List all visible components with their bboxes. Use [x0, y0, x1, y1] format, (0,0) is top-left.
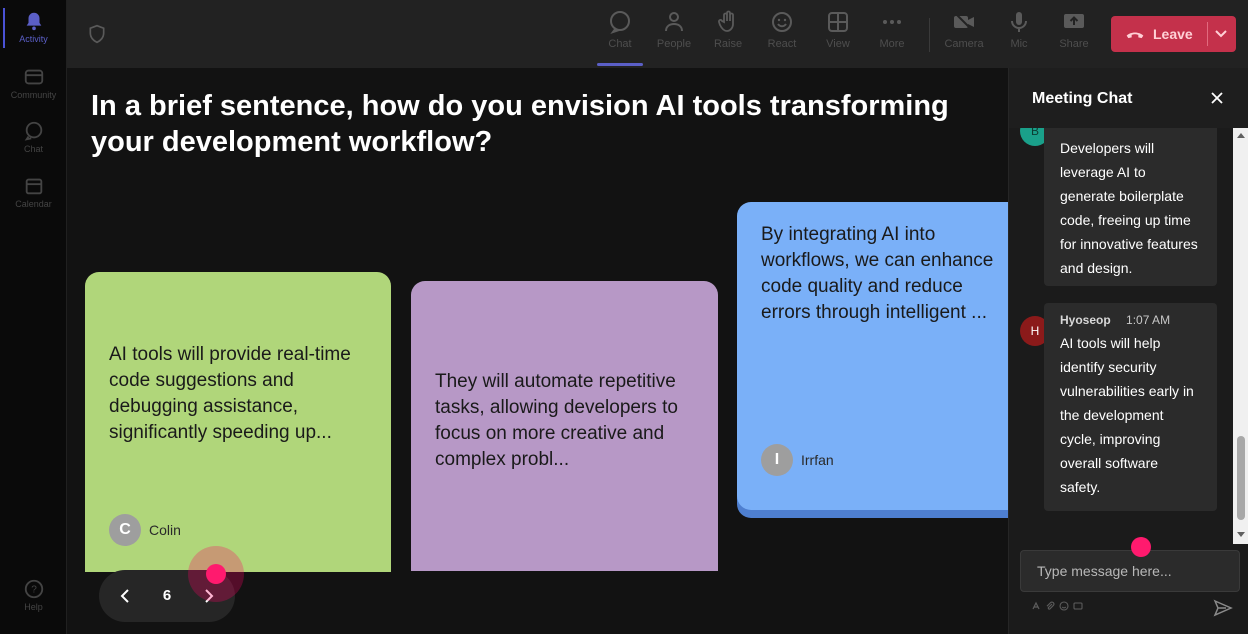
svg-text:?: ?	[31, 585, 37, 596]
response-card[interactable]: They will automate repetitive tasks, all…	[411, 281, 718, 571]
tool-react[interactable]: React	[757, 10, 807, 62]
chat-messages: B Developers will leverage AI to generat…	[1009, 128, 1248, 544]
share-screen-icon	[1064, 14, 1084, 28]
grid-view-icon	[828, 12, 848, 32]
chat-compose	[1020, 550, 1240, 592]
mic-icon	[1011, 12, 1027, 32]
app-rail: Activity Community Chat Calendar ? Help	[0, 0, 67, 634]
response-card[interactable]: By integrating AI into workflows, we can…	[737, 202, 1008, 510]
chat-icon	[24, 121, 42, 141]
tool-view[interactable]: View	[813, 10, 863, 62]
card-author: C Colin	[109, 514, 181, 546]
tool-label: People	[656, 38, 692, 50]
leave-separator	[1207, 22, 1208, 46]
close-icon[interactable]	[1209, 90, 1225, 106]
chat-header: Meeting Chat	[1009, 68, 1248, 128]
rail-item-activity[interactable]: Activity	[0, 10, 67, 44]
tool-more[interactable]: More	[867, 10, 917, 62]
gif-icon[interactable]	[1073, 601, 1083, 611]
camera-off-icon	[954, 12, 974, 32]
send-icon[interactable]	[1213, 598, 1233, 618]
help-icon: ?	[24, 579, 43, 599]
rail-item-chat[interactable]: Chat	[0, 120, 67, 154]
tool-label: Raise	[713, 38, 743, 50]
rail-label: Chat	[23, 144, 43, 154]
rail-label: Activity	[19, 34, 48, 44]
rail-item-calendar[interactable]: Calendar	[0, 175, 67, 209]
phone-hangup-icon	[1126, 32, 1144, 39]
response-card[interactable]: AI tools will provide real-time code sug…	[85, 272, 391, 572]
chat-message: Developers will leverage AI to generate …	[1044, 128, 1217, 286]
calendar-icon	[25, 178, 42, 195]
shield-icon[interactable]	[87, 24, 107, 44]
leave-button[interactable]: Leave	[1111, 16, 1236, 52]
tool-label: Chat	[608, 38, 632, 50]
chat-bubble-icon	[610, 11, 630, 34]
smiley-icon	[772, 12, 792, 32]
raise-hand-icon	[718, 10, 734, 32]
more-dots-icon	[883, 20, 901, 24]
leave-label: Leave	[1153, 26, 1193, 42]
response-text: They will automate repetitive tasks, all…	[435, 371, 678, 470]
question-title: In a brief sentence, how do you envision…	[91, 90, 949, 158]
scroll-up-icon[interactable]	[1237, 132, 1245, 140]
tool-label: Mic	[1010, 38, 1028, 50]
rail-item-help[interactable]: ? Help	[0, 578, 67, 612]
message-text: AI tools will help identify security vul…	[1060, 335, 1194, 495]
sender-name: Hyoseop	[1060, 313, 1111, 327]
tool-mic[interactable]: Mic	[994, 10, 1044, 62]
page-number: 6	[162, 587, 172, 604]
bell-icon	[26, 12, 41, 31]
tool-label: View	[826, 38, 850, 50]
pointer-dot	[1131, 537, 1151, 557]
tool-share[interactable]: Share	[1049, 10, 1099, 62]
people-icon	[665, 12, 683, 32]
rail-label: Community	[10, 90, 57, 100]
presentation-stage: In a brief sentence, how do you envision…	[67, 68, 1008, 634]
tool-people[interactable]: People	[649, 10, 699, 62]
response-text: By integrating AI into workflows, we can…	[761, 224, 994, 323]
tool-camera[interactable]: Camera	[939, 10, 989, 62]
author-name: Irrfan	[801, 452, 834, 468]
format-icon[interactable]	[1031, 601, 1041, 611]
tool-raise[interactable]: Raise	[703, 10, 753, 62]
chevron-down-icon[interactable]	[1213, 25, 1229, 41]
chevron-left-icon[interactable]	[115, 586, 135, 606]
tool-chat[interactable]: Chat	[595, 10, 645, 66]
author-name: Colin	[149, 522, 181, 538]
message-input[interactable]	[1021, 551, 1239, 591]
emoji-icon[interactable]	[1059, 601, 1069, 611]
meeting-toolbar: Chat People Raise React View More Camera…	[67, 0, 1248, 68]
rail-label: Calendar	[15, 199, 52, 209]
card-author: I Irrfan	[761, 444, 834, 476]
chat-scrollbar[interactable]	[1233, 128, 1248, 544]
avatar-initial: B	[1030, 128, 1039, 138]
scroll-down-icon[interactable]	[1237, 530, 1245, 538]
tool-label: Share	[1059, 38, 1089, 50]
meeting-chat-panel: Meeting Chat B Developers will leverage …	[1008, 68, 1248, 634]
rail-item-community[interactable]: Community	[0, 66, 67, 100]
community-icon	[24, 69, 43, 85]
chat-message: Hyoseop 1:07 AM AI tools will help ident…	[1044, 303, 1217, 511]
message-meta: Hyoseop 1:07 AM	[1060, 311, 1201, 329]
chat-title: Meeting Chat	[1032, 90, 1133, 107]
avatar-initial: H	[1030, 324, 1040, 338]
toolbar-divider	[929, 18, 930, 52]
message-text: Developers will leverage AI to generate …	[1060, 140, 1198, 276]
tool-label: React	[767, 38, 797, 50]
avatar: C	[109, 514, 141, 546]
response-text: AI tools will provide real-time code sug…	[109, 344, 351, 443]
avatar: I	[761, 444, 793, 476]
message-time: 1:07 AM	[1126, 313, 1171, 327]
tool-label: More	[879, 38, 905, 50]
attach-icon[interactable]	[1045, 601, 1055, 611]
rail-label: Help	[24, 602, 43, 612]
pointer-highlight	[188, 546, 244, 602]
tool-label: Camera	[944, 38, 984, 50]
scrollbar-thumb[interactable]	[1237, 436, 1245, 520]
